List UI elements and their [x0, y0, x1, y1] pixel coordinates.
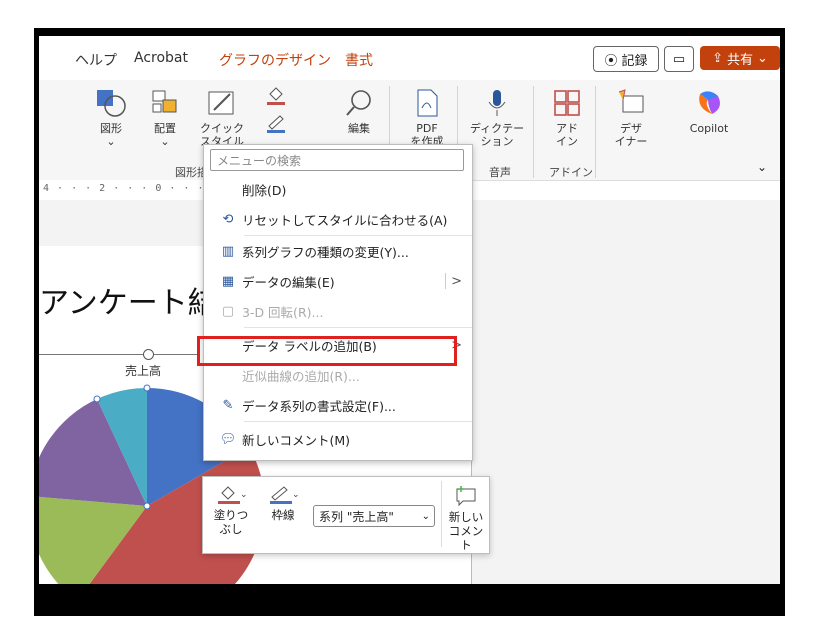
ruler-ticks: 4 · · · 2 · · · 0 · · · 2 — [43, 183, 219, 194]
new-comment-button[interactable]: 新しい コメント — [445, 483, 487, 552]
tab-help[interactable]: ヘルプ — [75, 50, 117, 70]
fill-label-2: ぶし — [219, 522, 243, 536]
designer-label-2: イナー — [614, 135, 648, 148]
chart-rotate-handle[interactable] — [143, 349, 154, 360]
arrange-button[interactable]: 配置 ⌄ — [145, 88, 185, 148]
edit-label: 編集 — [348, 122, 370, 135]
menu-item-change-chart-type[interactable]: ▥ 系列グラフの種類の変更(Y)... — [204, 237, 472, 265]
shape-outline-button[interactable] — [261, 112, 291, 137]
addins-button[interactable]: アド イン — [549, 88, 585, 148]
tab-chart-design[interactable]: グラフのデザイン — [219, 50, 331, 70]
paint-bucket-icon — [267, 87, 285, 105]
comment-icon: ▭ — [672, 51, 686, 67]
microphone-icon — [488, 90, 506, 116]
svg-text:⌄: ⌄ — [240, 490, 248, 500]
new-comment-label-1: 新しい — [448, 510, 484, 524]
new-comment-label-2: コメント — [448, 524, 484, 552]
series-select-value: 系列 "売上高" — [319, 510, 394, 524]
format-brush-icon: ✎ — [222, 397, 234, 413]
comments-button[interactable]: ▭ — [664, 46, 694, 72]
app-window: ヘルプ Acrobat グラフのデザイン 書式 ⦿ 記録 ▭ ⇪ 共有 ⌄ 図形… — [39, 36, 780, 584]
addins-label-1: アド — [556, 122, 578, 135]
edit-data-icon: ▦ — [221, 273, 235, 289]
tab-acrobat[interactable]: Acrobat — [134, 50, 188, 66]
outline-label: 枠線 — [271, 508, 295, 522]
outline-button[interactable]: ⌄ 枠線 — [261, 483, 305, 522]
svg-text:⌄: ⌄ — [292, 490, 300, 500]
menu-item-3d-rotation: ▢ 3-D 回転(R)... — [204, 297, 472, 325]
copilot-label: Copilot — [689, 122, 729, 135]
chevron-right-icon: > — [451, 273, 462, 289]
reset-style-icon: ⟲ — [222, 211, 234, 227]
menu-item-format-series[interactable]: ✎ データ系列の書式設定(F)... — [204, 391, 472, 419]
record-label: 記録 — [621, 53, 648, 69]
dictate-button[interactable]: ディクテー ション — [469, 88, 525, 148]
group-label-voice: 音声 — [489, 166, 511, 179]
shape-label: 図形 — [100, 122, 122, 135]
shape-icon — [97, 90, 126, 117]
addins-label-2: イン — [556, 135, 578, 148]
designer-button[interactable]: デザ イナー — [611, 88, 651, 148]
edit-button[interactable]: 編集 — [341, 88, 377, 135]
create-pdf-button[interactable]: PDF を作成 — [407, 88, 447, 148]
series-select[interactable]: 系列 "売上高" ⌄ — [313, 505, 435, 527]
chevron-down-icon: ⌄ — [757, 50, 768, 66]
magnifier-icon — [346, 90, 371, 116]
copilot-icon — [699, 91, 720, 114]
menu-tabs: ヘルプ Acrobat グラフのデザイン 書式 ⦿ 記録 ▭ ⇪ 共有 ⌄ — [39, 36, 780, 80]
pdf-label-1: PDF — [416, 122, 438, 135]
pdf-icon — [417, 89, 438, 117]
new-comment-icon — [456, 486, 476, 507]
menu-item-edit-data[interactable]: ▦ データの編集(E) > — [204, 267, 472, 295]
comment-icon: 💬︎ — [219, 431, 237, 447]
dictate-label-1: ディクテー — [469, 122, 525, 135]
share-button[interactable]: ⇪ 共有 ⌄ — [700, 46, 780, 70]
designer-icon — [618, 89, 644, 113]
arrange-icon — [152, 90, 177, 113]
menu-item-new-comment[interactable]: 💬︎ 新しいコメント(M) — [204, 425, 472, 453]
arrange-label: 配置 — [154, 122, 176, 135]
quick-style-icon — [208, 91, 234, 115]
mini-toolbar: ⌄ 塗りつ ぶし ⌄ 枠線 系列 "売上高" ⌄ 新しい コメント — [202, 476, 490, 554]
tab-format[interactable]: 書式 — [345, 50, 373, 70]
shape-fill-button[interactable] — [261, 84, 291, 109]
context-menu: メニューの検索 削除(D) ⟲ リセットしてスタイルに合わせる(A) ▥ 系列グ… — [203, 144, 473, 461]
chevron-down-icon: ⌄ — [421, 511, 430, 522]
cube-icon: ▢ — [221, 303, 235, 319]
copilot-button[interactable]: Copilot — [681, 88, 737, 135]
fill-button[interactable]: ⌄ 塗りつ ぶし — [209, 483, 253, 536]
bar-chart-icon: ▥ — [221, 243, 235, 259]
menu-item-delete[interactable]: 削除(D) — [204, 175, 472, 203]
dictate-label-2: ション — [480, 135, 514, 148]
menu-item-reset-style[interactable]: ⟲ リセットしてスタイルに合わせる(A) — [204, 205, 472, 233]
quick-style-button[interactable]: クイック スタイル — [199, 88, 245, 148]
record-icon: ⦿ — [604, 53, 618, 69]
addins-icon — [554, 90, 580, 116]
record-button[interactable]: ⦿ 記録 — [593, 46, 659, 72]
collapse-ribbon-icon[interactable]: ⌄ — [757, 160, 767, 174]
shape-button[interactable]: 図形 ⌄ — [91, 88, 131, 148]
group-label-addins: アドイン — [549, 166, 593, 179]
share-icon: ⇪ — [712, 50, 723, 66]
designer-label-1: デザ — [620, 122, 642, 135]
paint-bucket-icon: ⌄ — [218, 486, 248, 504]
share-label: 共有 — [726, 52, 753, 68]
pen-icon: ⌄ — [270, 486, 300, 504]
pen-icon — [267, 115, 285, 133]
menu-search-input[interactable]: メニューの検索 — [210, 149, 464, 171]
quick-style-label-1: クイック — [200, 122, 244, 135]
highlight-box — [197, 336, 457, 366]
fill-label-1: 塗りつ — [213, 508, 249, 522]
slide-title: アンケート結 — [39, 286, 218, 321]
